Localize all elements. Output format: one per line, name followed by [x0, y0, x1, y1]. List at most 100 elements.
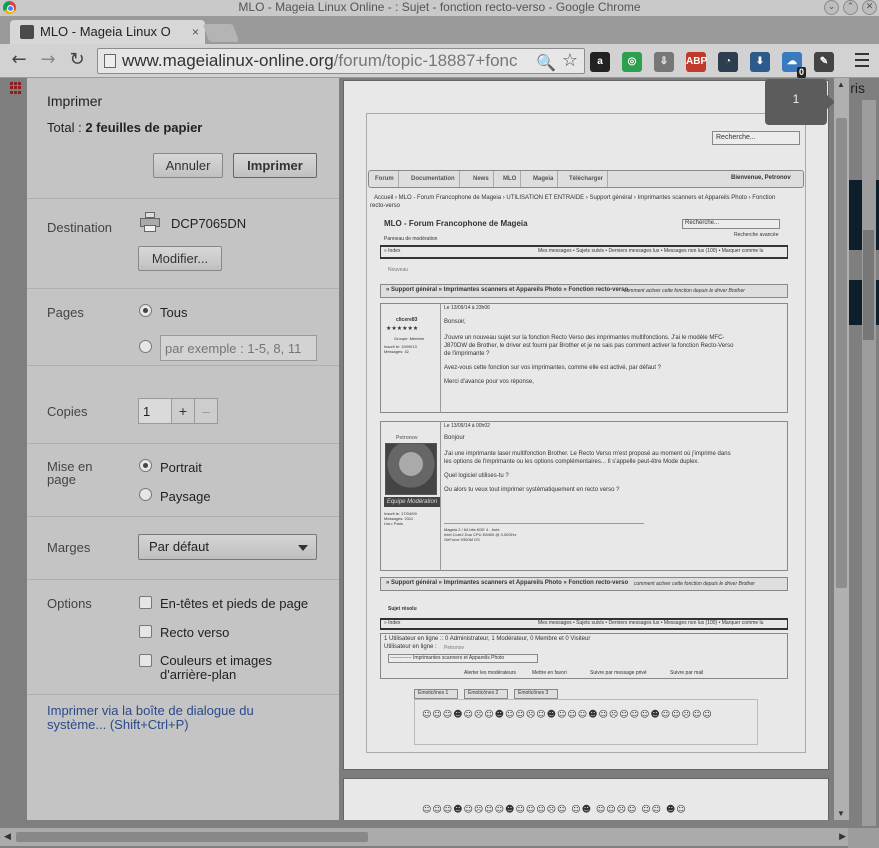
preview-index: » Index: [384, 620, 401, 626]
duplex-checkbox[interactable]: [139, 625, 152, 638]
headers-footers-checkbox[interactable]: [139, 596, 152, 609]
print-preview-area: Recherche... Forum Documentation News ML…: [339, 78, 849, 820]
preview-welcome: Bienvenue, Petronov: [731, 175, 791, 181]
maximize-button[interactable]: ⌃: [843, 0, 858, 15]
print-title: Imprimer: [47, 93, 103, 109]
system-dialog-link[interactable]: Imprimer via la boîte de dialogue du sys…: [47, 704, 307, 732]
landscape-radio[interactable]: [139, 488, 152, 501]
green-circle-icon[interactable]: ◎: [622, 52, 642, 72]
pages-all-label: Tous: [160, 305, 188, 320]
print-settings-panel: Imprimer Total : 2 feuilles de papier An…: [27, 78, 339, 820]
preview-smilies-box: [414, 699, 758, 745]
chrome-menu-icon[interactable]: [855, 53, 869, 67]
divider: [27, 288, 339, 289]
preview-topic-desc: comment activer cette fonction depuis le…: [624, 288, 745, 294]
new-tab-button[interactable]: [202, 24, 240, 42]
change-destination-button[interactable]: Modifier...: [138, 246, 222, 271]
margins-value: Par défaut: [149, 539, 209, 554]
close-window-button[interactable]: ✕: [862, 0, 877, 15]
margins-label: Marges: [47, 540, 91, 555]
preview-nav-item: Forum: [371, 171, 399, 187]
portrait-radio[interactable]: [139, 459, 152, 472]
scroll-down-icon[interactable]: ▼: [837, 809, 845, 818]
preview-breadcrumb: Accueil › MLO - Forum Francophone de Mag…: [374, 195, 776, 201]
divider: [27, 516, 339, 517]
preview-post-line: J870DW de Brother, le driver est fourni …: [444, 343, 734, 349]
page-scrollbar[interactable]: [862, 100, 876, 826]
preview-emoti-tab-label: Émoticônes 2: [468, 690, 499, 696]
preview-post-meta: Lieu: Paris: [384, 521, 403, 526]
preview-nav: Forum Documentation News MLO Mageia Télé…: [368, 170, 804, 188]
preview-new-button: Nouveau: [388, 267, 409, 273]
address-bar[interactable]: www.mageialinux-online.org/forum/topic-1…: [97, 48, 585, 74]
copies-increment-button[interactable]: +: [171, 398, 195, 424]
print-button[interactable]: Imprimer: [233, 153, 317, 178]
preview-post-date: Le 13/09/14 à 23h06: [444, 305, 490, 311]
preview-post-line: les options de l'imprimante ou les optio…: [444, 459, 700, 465]
tab-close-button[interactable]: ×: [192, 20, 199, 44]
preview-scrollbar[interactable]: ▲ ▼: [834, 78, 849, 820]
page-number-badge: 1: [765, 79, 835, 125]
preview-subject-resolved: Sujet résolu: [388, 606, 417, 612]
horizontal-scrollbar-thumb[interactable]: [16, 832, 368, 842]
preview-smilies: ☺☺☺☻☺☹☺☺☻☺☺☺☹☺ ☺☻ ☺☺☹☺ ☺☺ ☻☺: [422, 805, 687, 815]
background-text: ris: [850, 80, 865, 96]
page-icon: [104, 54, 116, 68]
adblock-icon[interactable]: ABP: [686, 52, 707, 72]
copies-decrement-button[interactable]: –: [194, 398, 218, 424]
print-dialog: Imprimer Total : 2 feuilles de papier An…: [27, 78, 849, 820]
preview-topic-desc: comment activer cette fonction depuis le…: [634, 581, 755, 587]
margins-select[interactable]: Par défaut: [138, 534, 317, 560]
preview-avatar: [385, 443, 437, 495]
preview-online-label: Utilisateur en ligne :: [384, 644, 437, 650]
headers-footers-label: En-têtes et pieds de page: [160, 596, 309, 611]
preview-post-line: Quel logiciel utilises-tu ?: [444, 473, 509, 479]
preview-post-author: Petronov: [396, 435, 418, 441]
preview-links: Mes messages • Sujets suivis • Derniers …: [538, 248, 764, 254]
preview-post-line: Merci d'avance pour vos réponse,: [444, 379, 534, 385]
print-total: Total : 2 feuilles de papier: [47, 120, 202, 135]
apps-icon[interactable]: [10, 82, 22, 94]
wrench-icon[interactable]: ✎: [814, 52, 834, 72]
pages-range-input[interactable]: [160, 335, 317, 361]
chrome-logo-icon: [3, 1, 16, 14]
copies-input[interactable]: [138, 398, 172, 424]
preview-signature: GeForce 9300M GS: [444, 537, 480, 542]
pinned-icon[interactable]: ⇩: [654, 52, 674, 72]
scroll-up-icon[interactable]: ▲: [837, 80, 845, 89]
preview-follow: Suivre par message privé: [590, 670, 647, 676]
zoom-icon[interactable]: 🔍: [536, 51, 556, 73]
amazon-icon[interactable]: a: [590, 52, 610, 72]
tab-mlo[interactable]: MLO - Mageia Linux O ×: [10, 20, 205, 44]
ghostery-icon[interactable]: ☁ 0: [782, 52, 806, 78]
preview-nav-item: Télécharger: [565, 171, 609, 187]
clock-icon[interactable]: ◔: [718, 52, 738, 72]
preview-post-date: Le 13/09/14 à 00h02: [444, 423, 490, 429]
pages-custom-radio[interactable]: [139, 340, 152, 353]
reload-button[interactable]: ↻: [66, 49, 88, 71]
scroll-left-icon[interactable]: ◀: [4, 831, 11, 842]
page-scrollbar-thumb[interactable]: [863, 230, 874, 340]
printer-icon: [140, 212, 160, 232]
forward-button[interactable]: →: [37, 49, 59, 71]
divider: [27, 365, 339, 366]
preview-page: Recherche... Forum Documentation News ML…: [343, 79, 835, 770]
download-icon[interactable]: ⬇: [750, 52, 770, 72]
horizontal-scrollbar[interactable]: ◀ ▶: [0, 828, 848, 846]
preview-search-placeholder: Recherche...: [685, 220, 720, 226]
scroll-right-icon[interactable]: ▶: [839, 831, 846, 842]
preview-topic-path: » Support général » Imprimantes scanners…: [386, 580, 629, 586]
background-graphics-checkbox[interactable]: [139, 654, 152, 667]
back-button[interactable]: ←: [8, 49, 30, 71]
preview-forum-title: MLO - Forum Francophone de Mageia: [384, 219, 528, 228]
minimize-button[interactable]: ⌄: [824, 0, 839, 15]
preview-links: Mes messages • Sujets suivis • Derniers …: [538, 620, 764, 626]
chevron-down-icon: [298, 545, 308, 551]
preview-nav-item: News: [469, 171, 494, 187]
preview-post-divider: [440, 421, 441, 571]
preview-scrollbar-thumb[interactable]: [836, 118, 847, 588]
pages-all-radio[interactable]: [139, 304, 152, 317]
cancel-button[interactable]: Annuler: [153, 153, 223, 178]
preview-post-line: Bonsoir,: [444, 319, 466, 325]
bookmark-star-icon[interactable]: ☆: [562, 49, 578, 73]
